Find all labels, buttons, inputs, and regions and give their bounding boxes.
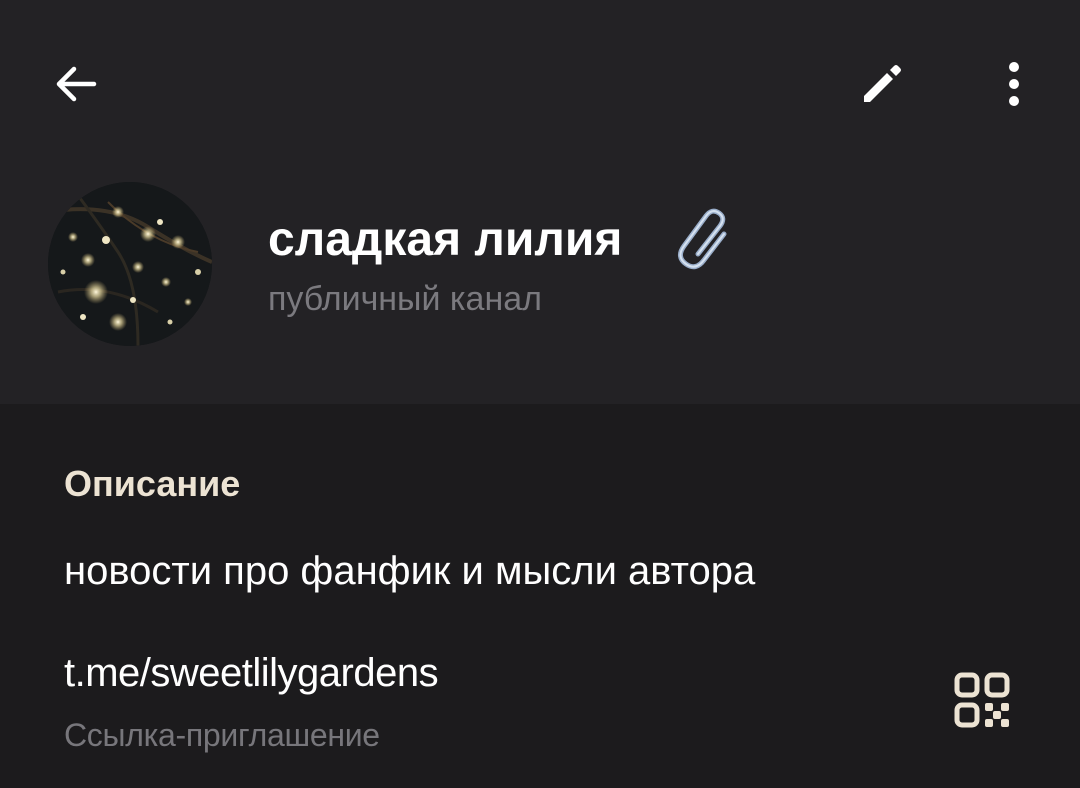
invite-link[interactable]: t.me/sweetlilygardens (64, 648, 439, 698)
qr-code-icon (954, 672, 1010, 728)
back-button[interactable] (36, 44, 116, 124)
pencil-icon (864, 65, 901, 102)
channel-name: сладкая лилия (268, 213, 623, 266)
description-section-title: Описание (64, 463, 241, 504)
channel-avatar[interactable] (48, 182, 212, 346)
avatar-photo (48, 182, 212, 346)
invite-link-caption: Ссылка-приглашение (64, 717, 380, 753)
more-options-button[interactable] (974, 44, 1054, 124)
channel-type-label: публичный канал (268, 280, 542, 318)
qr-code-button[interactable] (942, 660, 1022, 740)
arrow-left-icon (56, 66, 97, 102)
more-vertical-icon (1009, 62, 1019, 106)
edit-button[interactable] (842, 44, 922, 124)
profile-header: сладкая лилия публичный канал (0, 0, 1080, 404)
channel-description: новости про фанфик и мысли автора (64, 549, 756, 593)
paperclip-icon (678, 208, 727, 270)
